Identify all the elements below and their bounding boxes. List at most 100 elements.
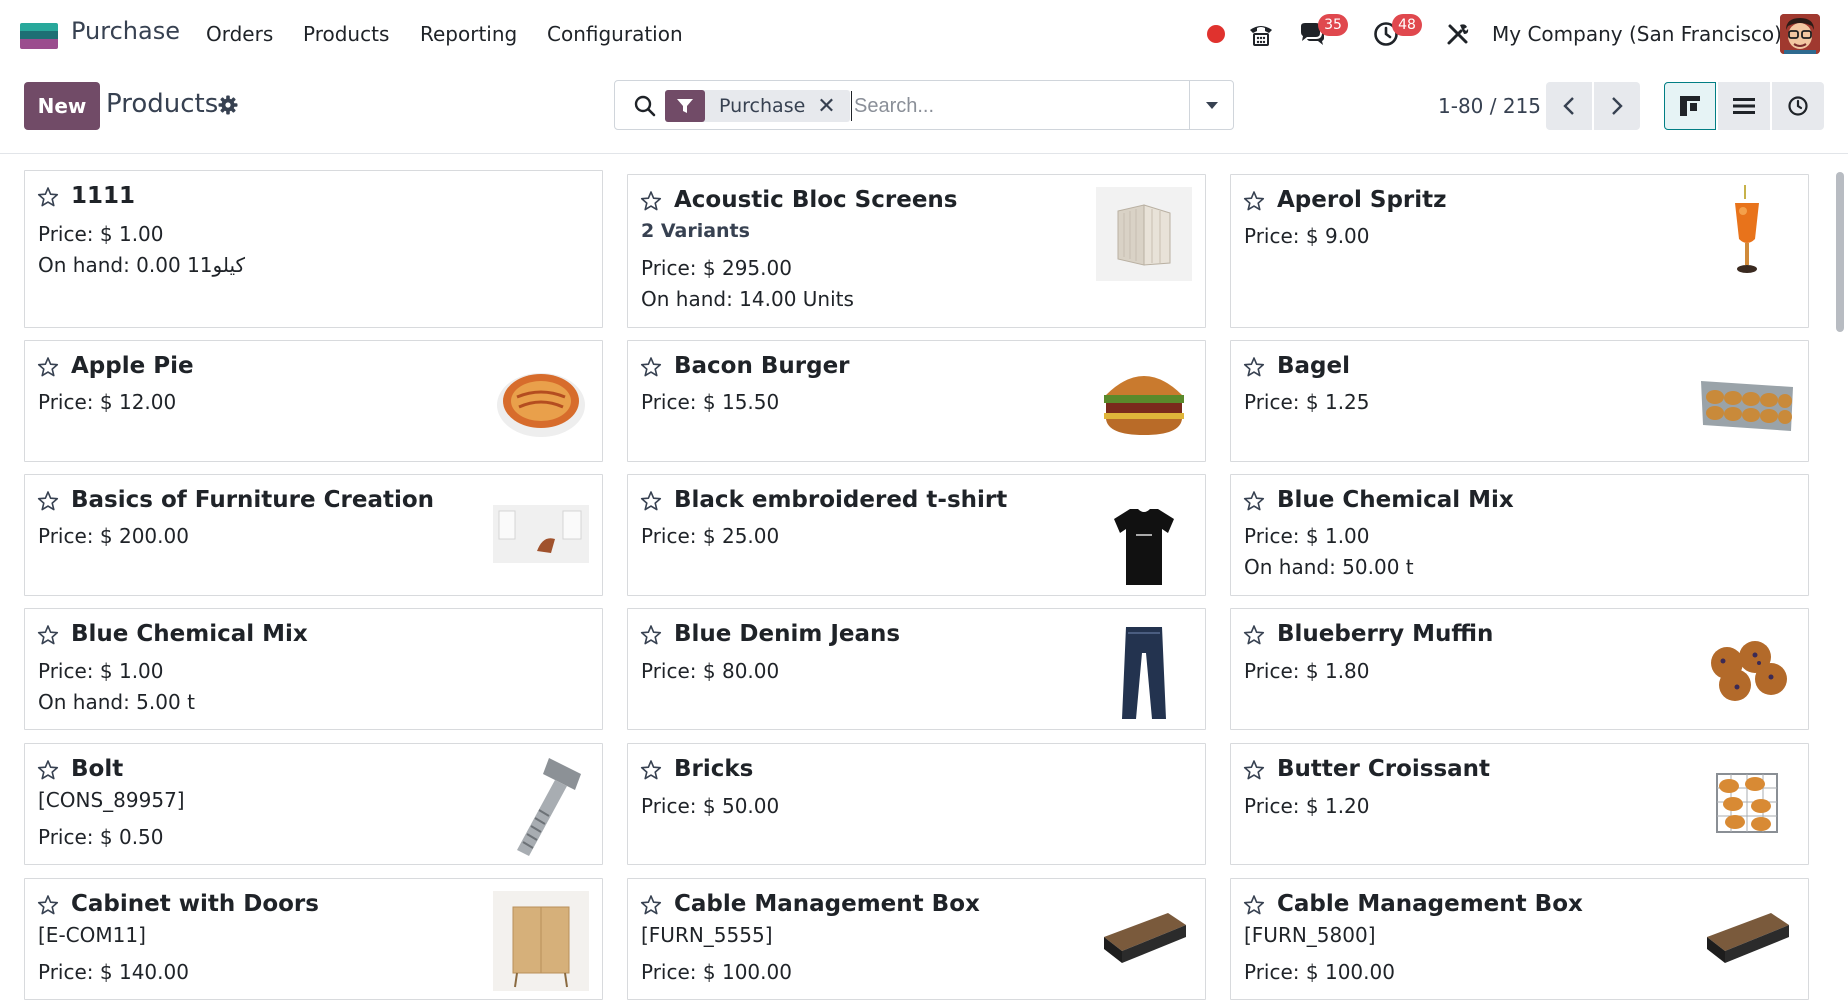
menu-configuration[interactable]: Configuration xyxy=(547,22,683,46)
product-name: Black embroidered t-shirt xyxy=(674,487,1008,513)
product-price: Price: $ 1.20 xyxy=(1244,794,1370,818)
menu-orders[interactable]: Orders xyxy=(206,22,273,46)
search-input[interactable] xyxy=(851,91,1181,121)
product-price: Price: $ 1.80 xyxy=(1244,659,1370,683)
favorite-star-icon[interactable] xyxy=(640,759,662,781)
product-price: Price: $ 100.00 xyxy=(641,960,792,984)
product-name: Cable Management Box xyxy=(674,891,980,917)
product-image xyxy=(497,754,589,860)
product-card[interactable]: Basics of Furniture Creation Price: $ 20… xyxy=(24,474,603,596)
company-switcher[interactable]: My Company (San Francisco) xyxy=(1492,22,1782,46)
favorite-star-icon[interactable] xyxy=(37,894,59,916)
product-name: Cable Management Box xyxy=(1277,891,1583,917)
product-card[interactable]: Aperol Spritz Price: $ 9.00 xyxy=(1230,174,1809,328)
pager-previous-button[interactable] xyxy=(1546,82,1592,130)
search-bar: Purchase ✕ xyxy=(614,80,1234,130)
product-price: Price: $ 1.00 xyxy=(1244,524,1370,548)
favorite-star-icon[interactable] xyxy=(1243,490,1265,512)
product-name: Basics of Furniture Creation xyxy=(71,487,435,513)
product-card[interactable]: Blue Denim Jeans Price: $ 80.00 xyxy=(627,608,1206,730)
product-card[interactable]: Cable Management Box [FURN_5555] Price: … xyxy=(627,878,1206,1000)
list-icon xyxy=(1733,98,1755,114)
favorite-star-icon[interactable] xyxy=(37,490,59,512)
favorite-star-icon[interactable] xyxy=(1243,356,1265,378)
product-card[interactable]: 1111 Price: $ 1.00 On hand: 0.00 كيلو11 xyxy=(24,170,603,328)
favorite-star-icon[interactable] xyxy=(640,894,662,916)
menu-reporting[interactable]: Reporting xyxy=(420,22,517,46)
product-card[interactable]: Cable Management Box [FURN_5800] Price: … xyxy=(1230,878,1809,1000)
product-variants: 2 Variants xyxy=(641,220,750,242)
product-card[interactable]: Apple Pie Price: $ 12.00 xyxy=(24,340,603,462)
favorite-star-icon[interactable] xyxy=(1243,759,1265,781)
top-navbar: Purchase Orders Products Reporting Confi… xyxy=(0,0,1848,68)
product-price: Price: $ 0.50 xyxy=(38,825,164,849)
product-on-hand: On hand: 0.00 كيلو11 xyxy=(38,253,246,277)
product-card[interactable]: Blueberry Muffin Price: $ 1.80 xyxy=(1230,608,1809,730)
product-price: Price: $ 1.00 xyxy=(38,222,164,246)
tools-icon[interactable] xyxy=(1442,18,1474,50)
product-price: Price: $ 295.00 xyxy=(641,256,792,280)
product-name: Apple Pie xyxy=(71,353,194,379)
product-reference: [FURN_5555] xyxy=(641,923,773,947)
product-card[interactable]: Butter Croissant Price: $ 1.20 xyxy=(1230,743,1809,865)
product-price: Price: $ 200.00 xyxy=(38,524,189,548)
product-card[interactable]: Blue Chemical Mix Price: $ 1.00 On hand:… xyxy=(1230,474,1809,596)
product-name: Butter Croissant xyxy=(1277,756,1491,782)
product-image xyxy=(1096,187,1192,281)
pager-value[interactable]: 1-80 / 215 xyxy=(1438,94,1541,118)
product-price: Price: $ 1.00 xyxy=(38,659,164,683)
remove-facet-icon[interactable]: ✕ xyxy=(817,94,849,119)
product-name: Bolt xyxy=(71,756,124,782)
kanban-view-button[interactable] xyxy=(1664,82,1716,130)
phone-icon[interactable] xyxy=(1245,18,1277,50)
product-name: Blue Chemical Mix xyxy=(71,621,308,647)
pager-next-button[interactable] xyxy=(1594,82,1640,130)
favorite-star-icon[interactable] xyxy=(640,490,662,512)
product-price: Price: $ 1.25 xyxy=(1244,390,1370,414)
activity-view-button[interactable] xyxy=(1772,82,1824,130)
product-on-hand: On hand: 5.00 t xyxy=(38,690,195,714)
favorite-star-icon[interactable] xyxy=(1243,894,1265,916)
product-card[interactable]: Bagel Price: $ 1.25 xyxy=(1230,340,1809,462)
status-dot-icon[interactable] xyxy=(1200,18,1232,50)
product-card[interactable]: Bolt [CONS_89957] Price: $ 0.50 xyxy=(24,743,603,865)
product-name: Aperol Spritz xyxy=(1277,187,1447,213)
favorite-star-icon[interactable] xyxy=(640,356,662,378)
product-card[interactable]: Cabinet with Doors [E-COM11] Price: $ 14… xyxy=(24,878,603,1000)
list-view-button[interactable] xyxy=(1718,82,1770,130)
search-facet: Purchase ✕ xyxy=(665,90,850,122)
product-card[interactable]: Black embroidered t-shirt Price: $ 25.00 xyxy=(627,474,1206,596)
product-card[interactable]: Acoustic Bloc Screens 2 Variants Price: … xyxy=(627,174,1206,328)
gear-icon[interactable] xyxy=(217,94,239,116)
product-card[interactable]: Bricks Price: $ 50.00 xyxy=(627,743,1206,865)
product-name: Bricks xyxy=(674,756,754,782)
favorite-star-icon[interactable] xyxy=(1243,190,1265,212)
menu-products[interactable]: Products xyxy=(303,22,389,46)
product-reference: [CONS_89957] xyxy=(38,788,185,812)
purchase-app-icon[interactable] xyxy=(20,23,58,49)
new-button[interactable]: New xyxy=(24,82,100,130)
page-title: Products xyxy=(106,89,219,119)
favorite-star-icon[interactable] xyxy=(37,759,59,781)
app-name[interactable]: Purchase xyxy=(71,17,180,45)
product-name: 1111 xyxy=(71,183,136,209)
kanban-scrollbar-thumb[interactable] xyxy=(1836,172,1844,332)
favorite-star-icon[interactable] xyxy=(37,356,59,378)
product-image xyxy=(1711,768,1783,838)
product-image xyxy=(1701,907,1793,967)
favorite-star-icon[interactable] xyxy=(640,624,662,646)
product-price: Price: $ 140.00 xyxy=(38,960,189,984)
product-card[interactable]: Bacon Burger Price: $ 15.50 xyxy=(627,340,1206,462)
favorite-star-icon[interactable] xyxy=(640,190,662,212)
product-card[interactable]: Blue Chemical Mix Price: $ 1.00 On hand:… xyxy=(24,608,603,730)
user-avatar[interactable] xyxy=(1780,14,1820,54)
favorite-star-icon[interactable] xyxy=(37,186,59,208)
product-price: Price: $ 25.00 xyxy=(641,524,780,548)
search-options-toggle[interactable] xyxy=(1189,81,1233,129)
favorite-star-icon[interactable] xyxy=(1243,624,1265,646)
favorite-star-icon[interactable] xyxy=(37,624,59,646)
search-icon[interactable] xyxy=(633,94,657,118)
product-name: Acoustic Bloc Screens xyxy=(674,187,958,213)
product-price: Price: $ 100.00 xyxy=(1244,960,1395,984)
facet-label: Purchase xyxy=(719,95,806,117)
